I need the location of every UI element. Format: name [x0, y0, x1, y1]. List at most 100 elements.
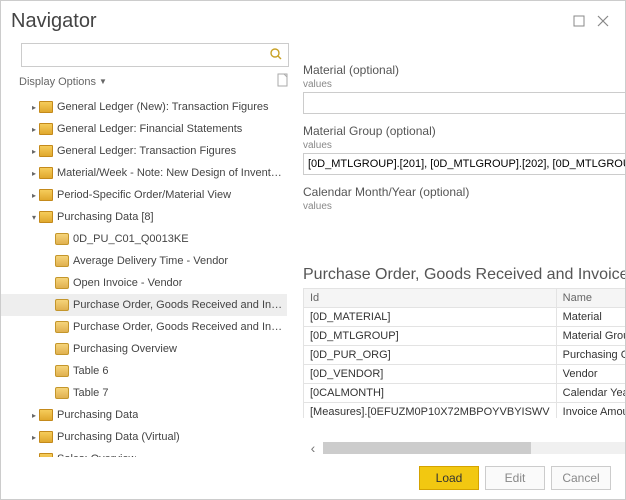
minimize-icon[interactable]: [567, 9, 591, 33]
preview-h-scroll[interactable]: ‹ ›: [303, 440, 625, 457]
folder-icon: [39, 123, 53, 135]
preview-table: IdNameDescription[0D_MATERIAL]Material[0…: [303, 288, 625, 418]
cell: Purchasing Organization: [556, 346, 625, 365]
left-panel: Display Options ▼ ▸ General Ledger (New):…: [1, 41, 297, 457]
table-row[interactable]: [0CALMONTH]Calendar Year/Month: [304, 384, 626, 403]
table-row[interactable]: [0D_PUR_ORG]Purchasing Organization: [304, 346, 626, 365]
tree-item-label: General Ledger: Transaction Figures: [57, 145, 236, 157]
cell: Material: [556, 308, 625, 327]
table-row[interactable]: [Measures].[0EFUZM0P10X72MBPOYVBYISWVInv…: [304, 403, 626, 418]
tree-item-label: 0D_PU_C01_Q0013KE: [73, 233, 189, 245]
column-header[interactable]: Id: [304, 289, 557, 308]
folder-icon: [39, 453, 53, 457]
cell: Vendor: [556, 365, 625, 384]
tree-item-label: Open Invoice - Vendor: [73, 277, 182, 289]
tree-item[interactable]: Purchasing Overview: [1, 338, 287, 360]
folder-icon: [39, 211, 53, 223]
param-input[interactable]: [303, 92, 625, 114]
tree-item-label: Average Delivery Time - Vendor: [73, 255, 228, 267]
cell: Invoice Amount: [556, 403, 625, 418]
tree-item[interactable]: Average Delivery Time - Vendor: [1, 250, 287, 272]
tree-item-label: Purchasing Data [8]: [57, 211, 154, 223]
tree-item[interactable]: Purchase Order, Goods Received and Invoi…: [1, 294, 287, 316]
parameters-pane: Material (optional)values···Material Gro…: [297, 63, 625, 226]
chevron-right-icon[interactable]: ▸: [29, 147, 39, 156]
chevron-right-icon[interactable]: ▸: [29, 125, 39, 134]
param-label: Material Group (optional): [303, 124, 625, 138]
tree-item[interactable]: Open Invoice - Vendor: [1, 272, 287, 294]
tree-item[interactable]: Purchase Order, Goods Received and Invoi…: [1, 316, 287, 338]
param-label: Material (optional): [303, 63, 625, 77]
scroll-track[interactable]: [323, 442, 625, 454]
tree-item-label: Table 7: [73, 387, 108, 399]
tree-item[interactable]: Table 6: [1, 360, 287, 382]
cancel-button[interactable]: Cancel: [551, 466, 611, 490]
tree-item-label: Purchasing Overview: [73, 343, 177, 355]
chevron-right-icon[interactable]: ▸: [29, 455, 39, 458]
table-row[interactable]: [0D_VENDOR]Vendor: [304, 365, 626, 384]
tree-item[interactable]: ▸ Period-Specific Order/Material View: [1, 184, 287, 206]
scroll-thumb[interactable]: [323, 442, 531, 454]
cell: Material Group: [556, 327, 625, 346]
scroll-left-icon[interactable]: ‹: [303, 440, 323, 456]
param-label: Calendar Month/Year (optional): [303, 185, 625, 199]
display-options[interactable]: Display Options ▼: [1, 71, 297, 96]
tree-item-label: Table 6: [73, 365, 108, 377]
folder-icon: [39, 409, 53, 421]
footer: Load Edit Cancel: [1, 457, 625, 499]
tree-item-label: Purchasing Data (Virtual): [57, 431, 180, 443]
tree-item-label: Period-Specific Order/Material View: [57, 189, 231, 201]
column-header[interactable]: Name: [556, 289, 625, 308]
titlebar: Navigator: [1, 1, 625, 41]
cell: [0CALMONTH]: [304, 384, 557, 403]
tree-item[interactable]: ▸Material/Week - Note: New Design of Inv…: [1, 162, 287, 184]
chevron-right-icon[interactable]: ▸: [29, 169, 39, 178]
folder-icon: [39, 167, 53, 179]
cell: [0D_MATERIAL]: [304, 308, 557, 327]
preview-title: Purchase Order, Goods Received and Invoi…: [303, 266, 625, 284]
display-options-label: Display Options: [19, 76, 96, 88]
table-row[interactable]: [0D_MATERIAL]Material: [304, 308, 626, 327]
chevron-right-icon[interactable]: ▸: [29, 103, 39, 112]
cube-icon: [55, 365, 69, 377]
cube-icon: [55, 255, 69, 267]
cell: [0D_MTLGROUP]: [304, 327, 557, 346]
chevron-down-icon[interactable]: ▾: [29, 213, 39, 222]
right-panel: Show ▼ Material (optional)values···Mater…: [297, 41, 625, 457]
cube-icon: [55, 387, 69, 399]
cube-icon: [55, 277, 69, 289]
table-row[interactable]: [0D_MTLGROUP]Material Group: [304, 327, 626, 346]
search-icon[interactable]: [269, 47, 283, 64]
tree-item[interactable]: ▸ General Ledger (New): Transaction Figur…: [1, 96, 287, 118]
param-group: Calendar Month/Year (optional) values: [303, 185, 625, 212]
cube-icon: [55, 233, 69, 245]
tree-item[interactable]: ▸ Purchasing Data (Virtual): [1, 426, 287, 448]
tree-item[interactable]: ▸Purchasing Data: [1, 404, 287, 426]
param-input[interactable]: [303, 153, 625, 175]
tree-view[interactable]: ▸ General Ledger (New): Transaction Figur…: [1, 96, 297, 457]
cell: [Measures].[0EFUZM0P10X72MBPOYVBYISWV: [304, 403, 557, 418]
tree-item[interactable]: ▸ General Ledger: Transaction Figures: [1, 140, 287, 162]
chevron-right-icon[interactable]: ▸: [29, 191, 39, 200]
cell: [0D_PUR_ORG]: [304, 346, 557, 365]
chevron-right-icon[interactable]: ▸: [29, 433, 39, 442]
tree-item[interactable]: ▾ Purchasing Data [8]: [1, 206, 287, 228]
edit-button[interactable]: Edit: [485, 466, 545, 490]
chevron-right-icon[interactable]: ▸: [29, 411, 39, 420]
folder-icon: [39, 189, 53, 201]
search-input[interactable]: [21, 43, 289, 67]
tree-item[interactable]: ▸Sales: Overview: [1, 448, 287, 457]
tree-item[interactable]: ▸General Ledger: Financial Statements: [1, 118, 287, 140]
load-button[interactable]: Load: [419, 466, 479, 490]
tree-item[interactable]: Table 7: [1, 382, 287, 404]
param-sublabel: values: [303, 201, 625, 212]
folder-icon: [39, 101, 53, 113]
cube-icon: [55, 299, 69, 311]
tree-item-label: General Ledger (New): Transaction Figure…: [57, 101, 269, 113]
page-icon[interactable]: [277, 73, 289, 90]
close-icon[interactable]: [591, 9, 615, 33]
tree-item[interactable]: 0D_PU_C01_Q0013KE: [1, 228, 287, 250]
cube-icon: [55, 321, 69, 333]
show-dropdown[interactable]: Show ▼: [297, 41, 625, 63]
folder-icon: [39, 431, 53, 443]
